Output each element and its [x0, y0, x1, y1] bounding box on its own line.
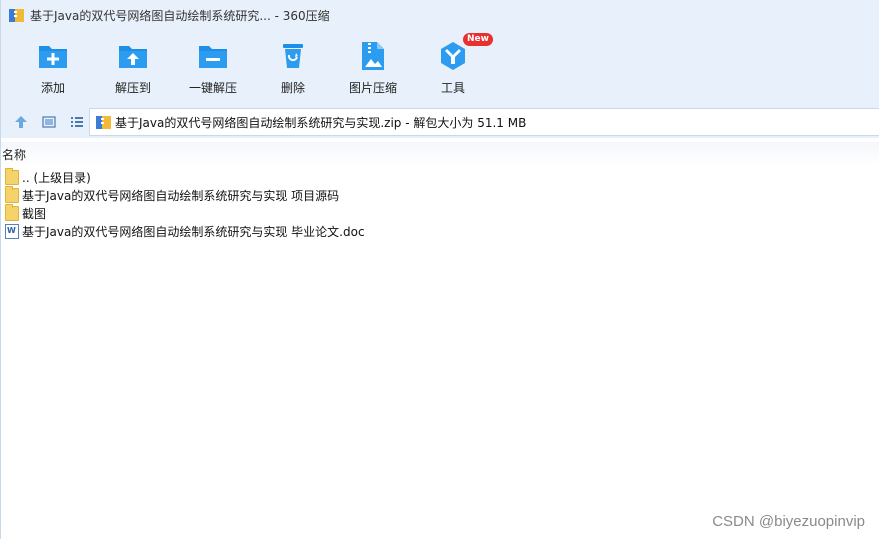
arrow-up-icon — [15, 116, 27, 128]
tools-icon — [437, 40, 469, 72]
file-list: .. (上级目录) 基于Java的双代号网络图自动绘制系统研究与实现 项目源码 … — [1, 167, 879, 240]
thumbnail-view-icon — [42, 116, 56, 128]
list-item-source-folder[interactable]: 基于Java的双代号网络图自动绘制系统研究与实现 项目源码 — [1, 185, 879, 204]
add-label: 添加 — [40, 81, 65, 95]
up-level-button[interactable] — [9, 110, 33, 134]
path-field[interactable]: 基于Java的双代号网络图自动绘制系统研究与实现.zip - 解包大小为 51.… — [89, 108, 879, 136]
extract-to-label: 解压到 — [114, 81, 151, 95]
word-document-icon — [5, 223, 19, 239]
image-compress-label: 图片压缩 — [348, 81, 397, 95]
toolbar: 添加 解压到 一键解压 删除 图片压缩 New 工具 — [1, 30, 879, 106]
delete-label: 删除 — [280, 81, 305, 95]
tools-button[interactable]: New 工具 — [413, 30, 493, 106]
folder-icon — [5, 167, 19, 185]
list-view-icon — [71, 117, 83, 127]
column-name-header[interactable]: 名称 — [2, 146, 26, 163]
thumbnail-view-button[interactable] — [37, 110, 61, 134]
column-header: 名称 — [1, 142, 879, 166]
title-bar: 基于Java的双代号网络图自动绘制系统研究... - 360压缩 — [1, 0, 879, 30]
file-name: 基于Java的双代号网络图自动绘制系统研究与实现 毕业论文.doc — [22, 224, 365, 239]
one-click-extract-icon — [197, 40, 229, 72]
window-title: 基于Java的双代号网络图自动绘制系统研究... - 360压缩 — [30, 8, 330, 23]
zip-file-icon — [96, 115, 111, 130]
zip-app-icon — [9, 8, 24, 23]
list-view-button[interactable] — [65, 110, 89, 134]
watermark: CSDN @biyezuopinvip — [712, 513, 865, 530]
extract-to-button[interactable]: 解压到 — [93, 30, 173, 106]
tools-label: 工具 — [440, 81, 465, 95]
delete-button[interactable]: 删除 — [253, 30, 333, 106]
image-compress-button[interactable]: 图片压缩 — [333, 30, 413, 106]
folder-icon — [5, 203, 19, 221]
new-badge: New — [463, 33, 493, 46]
add-folder-icon — [37, 40, 69, 72]
one-click-extract-button[interactable]: 一键解压 — [173, 30, 253, 106]
list-item-screenshots-folder[interactable]: 截图 — [1, 203, 879, 222]
list-item-thesis-doc[interactable]: 基于Java的双代号网络图自动绘制系统研究与实现 毕业论文.doc — [1, 222, 879, 240]
folder-icon — [5, 185, 19, 203]
list-item-parent-dir[interactable]: .. (上级目录) — [1, 167, 879, 186]
delete-icon — [277, 40, 309, 72]
file-name: .. (上级目录) — [22, 170, 91, 185]
app-window: 基于Java的双代号网络图自动绘制系统研究... - 360压缩 添加 解压到 … — [0, 0, 879, 539]
file-name: 基于Java的双代号网络图自动绘制系统研究与实现 项目源码 — [22, 188, 340, 203]
one-click-extract-label: 一键解压 — [188, 81, 237, 95]
address-bar: 基于Java的双代号网络图自动绘制系统研究与实现.zip - 解包大小为 51.… — [1, 106, 879, 138]
extract-to-icon — [117, 40, 149, 72]
add-button[interactable]: 添加 — [13, 30, 93, 106]
path-text: 基于Java的双代号网络图自动绘制系统研究与实现.zip - 解包大小为 51.… — [115, 115, 527, 130]
image-compress-icon — [357, 40, 389, 72]
file-name: 截图 — [22, 206, 47, 221]
